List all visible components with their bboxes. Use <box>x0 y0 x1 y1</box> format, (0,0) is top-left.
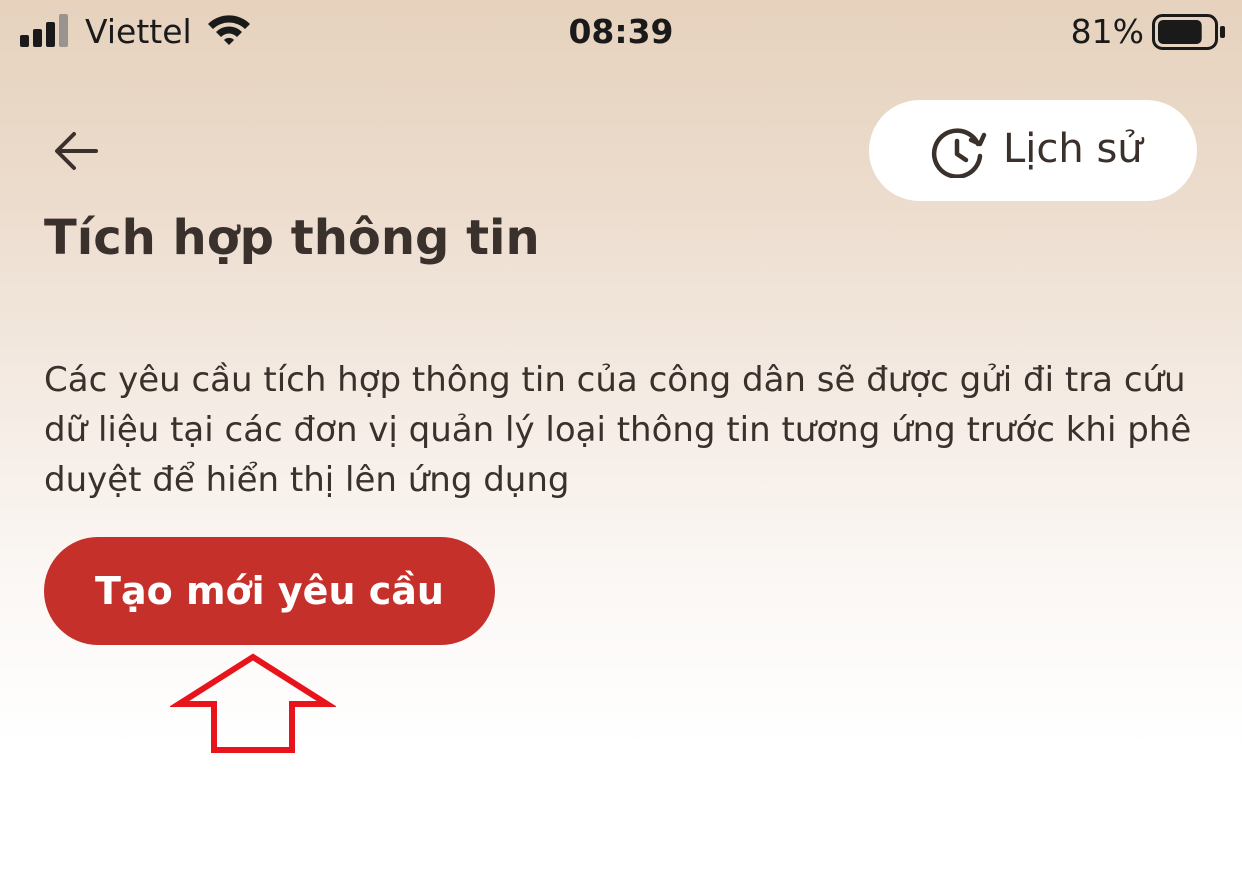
carrier-name: Viettel <box>85 12 192 51</box>
description-text: Các yêu cầu tích hợp thông tin của công … <box>44 360 1192 500</box>
battery-icon <box>1152 14 1225 50</box>
create-request-button[interactable]: Tạo mới yêu cầu <box>44 537 495 645</box>
signal-icon <box>20 14 68 47</box>
history-button[interactable]: Lịch sử <box>869 100 1197 201</box>
history-label: Lịch sử <box>1003 126 1143 172</box>
up-arrow-annotation-icon <box>170 653 336 753</box>
back-button[interactable] <box>44 124 110 178</box>
clock-history-icon <box>931 128 987 178</box>
wifi-icon <box>208 15 250 45</box>
battery-percent: 81% <box>1070 12 1144 51</box>
status-bar: Viettel 08:39 81% <box>0 0 1242 66</box>
arrow-left-icon <box>55 132 98 170</box>
page-title: Tích hợp thông tin <box>44 210 540 266</box>
